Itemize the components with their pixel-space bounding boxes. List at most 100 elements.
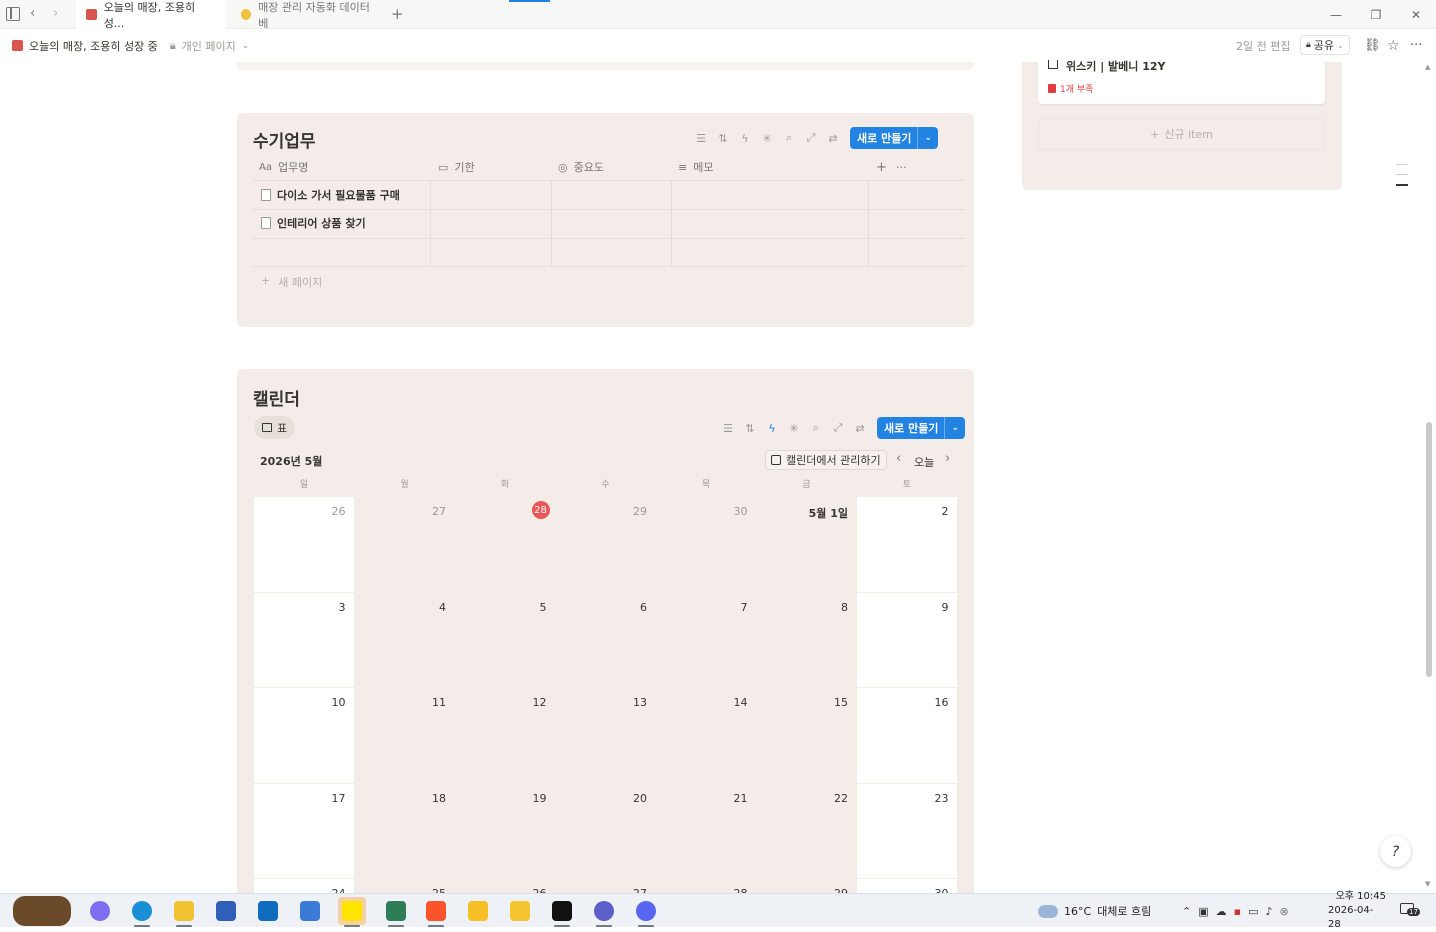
filter-icon[interactable]: ☰ bbox=[721, 421, 735, 435]
calendar-day-cell[interactable]: 12 bbox=[455, 688, 555, 783]
column-more-icon[interactable]: ··· bbox=[896, 154, 907, 180]
column-header-name[interactable]: Aa 업무명 bbox=[259, 154, 308, 180]
restore-button[interactable]: ❐ bbox=[1356, 0, 1396, 29]
close-button[interactable]: ✕ bbox=[1396, 0, 1436, 29]
view-tab-table[interactable]: 표 bbox=[254, 416, 296, 439]
calendar-day-cell[interactable]: 29 bbox=[555, 497, 655, 592]
inventory-item-card[interactable]: 위스키 | 발베니 12Y 1개 부족 bbox=[1038, 60, 1325, 104]
new-page-button[interactable]: + 새 페이지 bbox=[261, 274, 322, 290]
automation-icon[interactable]: ϟ bbox=[738, 131, 752, 145]
sort-icon[interactable]: ⇅ bbox=[743, 421, 757, 435]
calendar-day-cell[interactable]: 23 bbox=[857, 783, 957, 878]
taskbar-app-edge[interactable] bbox=[128, 897, 156, 927]
manage-in-calendar-button[interactable]: 캘린더에서 관리하기 bbox=[765, 450, 887, 470]
help-button[interactable]: ? bbox=[1380, 836, 1411, 867]
calendar-day-cell[interactable]: 16 bbox=[857, 688, 957, 783]
volume-icon[interactable]: ♪ bbox=[1266, 905, 1273, 918]
calendar-day-cell[interactable]: 26 bbox=[254, 497, 354, 592]
toc-marker[interactable] bbox=[1396, 164, 1408, 165]
calendar-day-cell[interactable]: 22 bbox=[756, 783, 856, 878]
scroll-down-arrow[interactable]: ▼ bbox=[1425, 880, 1430, 888]
calendar-day-cell[interactable]: 10 bbox=[254, 688, 354, 783]
automation-icon[interactable]: ϟ bbox=[765, 421, 779, 435]
taskbar-app-brave[interactable] bbox=[422, 897, 450, 927]
calendar-day-cell[interactable]: 9 bbox=[857, 592, 957, 687]
taskbar-app-animal-avatar[interactable] bbox=[10, 894, 74, 928]
share-button[interactable]: 🔒︎ 공유 ⌄ bbox=[1300, 35, 1350, 55]
taskbar-app-sticky-notes[interactable] bbox=[506, 897, 534, 925]
taskbar-app-app-globe[interactable] bbox=[590, 897, 618, 927]
table-row[interactable]: 다이소 가서 필요물품 구매 bbox=[261, 181, 400, 209]
more-icon[interactable]: ··· bbox=[1410, 29, 1422, 62]
calendar-day-cell[interactable]: 6 bbox=[555, 592, 655, 687]
taskbar-app-notion[interactable] bbox=[548, 897, 576, 927]
calendar-day-cell[interactable]: 25 bbox=[354, 879, 454, 900]
calendar-day-cell[interactable]: 8 bbox=[756, 592, 856, 687]
link-icon[interactable]: ⛓︎ bbox=[1364, 29, 1381, 62]
filter-icon[interactable]: ☰ bbox=[694, 131, 708, 145]
new-button[interactable]: 새로 만들기 ⌄ bbox=[877, 417, 965, 439]
calendar-day-cell[interactable]: 19 bbox=[455, 783, 555, 878]
calendar-day-cell[interactable]: 17 bbox=[254, 783, 354, 878]
taskbar-app-file-explorer[interactable] bbox=[170, 897, 198, 927]
calendar-day-cell[interactable]: 11 bbox=[354, 688, 454, 783]
chevron-down-icon[interactable]: ⌄ bbox=[951, 423, 959, 433]
weather-widget[interactable]: 16°C 대체로 흐림 bbox=[1038, 894, 1151, 928]
tab-store-automation[interactable]: 매장 관리 자동화 데이터베 bbox=[231, 0, 381, 30]
calendar-day-cell[interactable]: 4 bbox=[354, 592, 454, 687]
calendar-day-cell[interactable]: 15 bbox=[756, 688, 856, 783]
calendar-day-cell[interactable]: 5월 1일 bbox=[756, 497, 856, 592]
add-column-button[interactable]: + bbox=[876, 154, 887, 180]
taskbar-app-keep[interactable] bbox=[464, 897, 492, 925]
taskbar-app-copilot[interactable] bbox=[86, 897, 114, 925]
chevron-up-icon[interactable]: ⌃ bbox=[1182, 905, 1191, 918]
expand-icon[interactable]: ⤢ bbox=[804, 131, 818, 145]
calendar-day-cell[interactable]: 14 bbox=[656, 688, 756, 783]
calendar-day-cell[interactable]: 29 bbox=[756, 879, 856, 900]
calendar-day-cell[interactable]: 28 bbox=[455, 497, 555, 592]
calendar-day-cell[interactable]: 26 bbox=[455, 879, 555, 900]
calendar-day-cell[interactable]: 27 bbox=[555, 879, 655, 900]
toc-marker-active[interactable] bbox=[1396, 184, 1408, 186]
calendar-day-cell[interactable]: 30 bbox=[857, 879, 957, 900]
calendar-day-cell[interactable]: 5 bbox=[455, 592, 555, 687]
sparkle-icon[interactable]: ✳︎ bbox=[787, 421, 801, 435]
taskbar-app-discord[interactable] bbox=[632, 897, 660, 927]
calendar-day-cell[interactable]: 7 bbox=[656, 592, 756, 687]
taskbar-app-store[interactable] bbox=[212, 897, 240, 925]
page-scrollbar[interactable] bbox=[1426, 422, 1432, 677]
taskbar-app-app-s[interactable] bbox=[382, 897, 410, 927]
calendar-day-cell[interactable]: 2 bbox=[857, 497, 957, 592]
sparkle-icon[interactable]: ✳︎ bbox=[760, 131, 774, 145]
back-icon[interactable]: ‹ bbox=[30, 6, 35, 21]
new-tab-button[interactable]: + bbox=[391, 5, 404, 23]
star-icon[interactable]: ☆ bbox=[1387, 29, 1400, 62]
calendar-day-cell[interactable]: 24 bbox=[254, 879, 354, 900]
tab-store-page[interactable]: 오늘의 매장, 조용히 성... bbox=[76, 0, 226, 30]
calendar-day-cell[interactable]: 3 bbox=[254, 592, 354, 687]
chevron-down-icon[interactable]: ⌄ bbox=[924, 133, 932, 143]
column-header-memo[interactable]: ≡ 메모 bbox=[678, 154, 713, 180]
expand-icon[interactable]: ⤢ bbox=[831, 421, 845, 435]
taskbar-app-news[interactable] bbox=[296, 897, 324, 925]
prev-month-icon[interactable]: ‹ bbox=[896, 451, 901, 466]
settings-icon[interactable]: ⇄ bbox=[853, 421, 867, 435]
taskbar-app-outlook[interactable] bbox=[254, 897, 282, 925]
taskbar-app-kakaotalk[interactable] bbox=[338, 897, 366, 927]
sidebar-toggle-icon[interactable] bbox=[6, 7, 20, 21]
minimize-button[interactable]: — bbox=[1316, 0, 1356, 29]
clock[interactable]: 오후 10:45 2026-04-28 bbox=[1328, 891, 1386, 930]
breadcrumb-workspace[interactable]: 개인 페이지 bbox=[182, 38, 236, 54]
new-item-button[interactable]: + 신규 item bbox=[1038, 118, 1325, 150]
new-button[interactable]: 새로 만들기 ⌄ bbox=[850, 127, 938, 149]
search-icon[interactable]: ⌕ bbox=[809, 421, 823, 435]
calendar-day-cell[interactable]: 13 bbox=[555, 688, 655, 783]
search-icon[interactable]: ⌕ bbox=[782, 131, 796, 145]
today-button[interactable]: 오늘 bbox=[914, 454, 934, 470]
meet-icon[interactable]: ▣ bbox=[1198, 905, 1208, 918]
column-header-priority[interactable]: ◎ 중요도 bbox=[558, 154, 604, 180]
onedrive-icon[interactable]: ☁︎ bbox=[1216, 905, 1227, 918]
sort-icon[interactable]: ⇅ bbox=[716, 131, 730, 145]
forward-icon[interactable]: › bbox=[53, 6, 58, 21]
calendar-day-cell[interactable]: 28 bbox=[656, 879, 756, 900]
